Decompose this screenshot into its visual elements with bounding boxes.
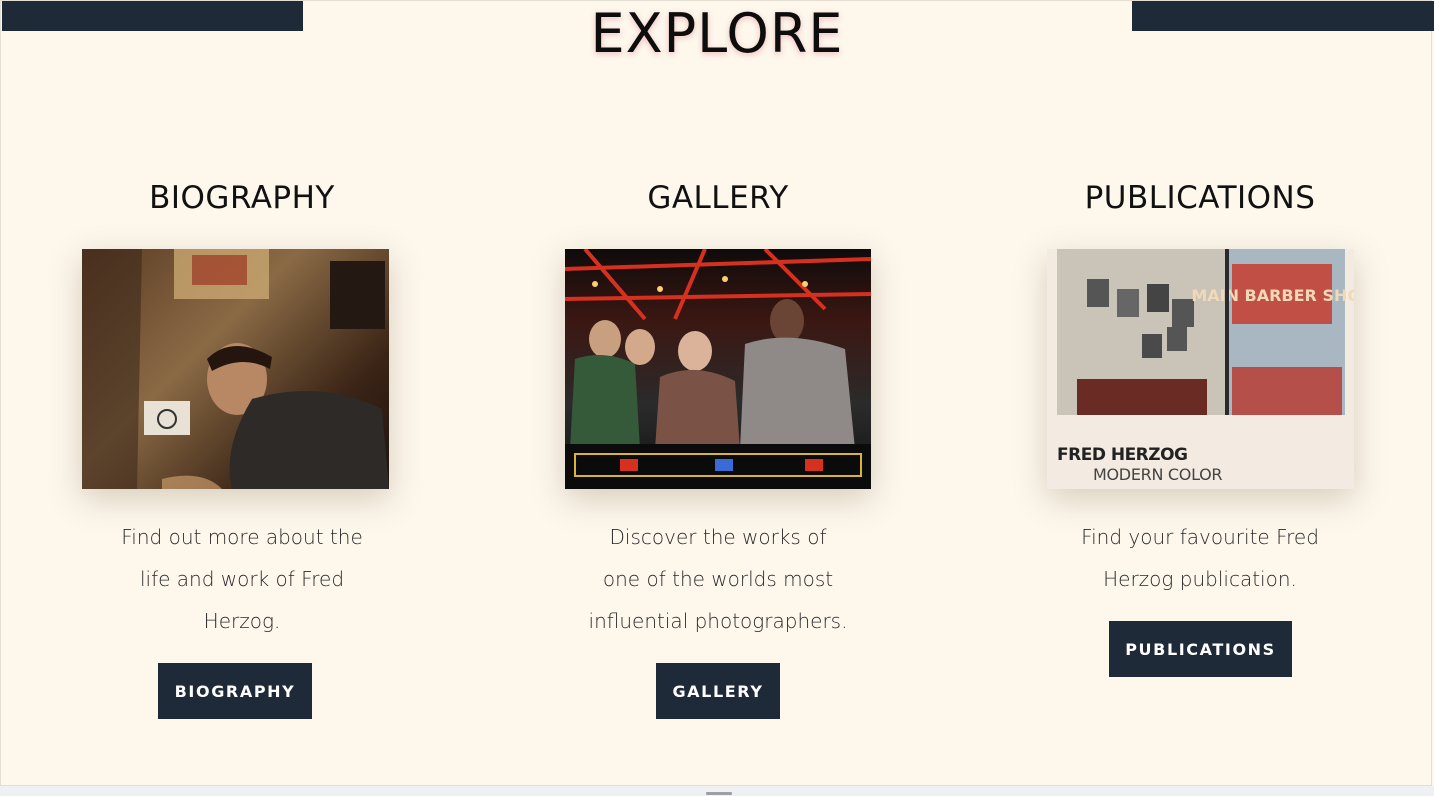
biography-photo-art (82, 249, 389, 489)
biography-description: Find out more about the life and work of… (0, 516, 484, 642)
cover-sign-text: MAIN BARBER SHOP (1191, 286, 1354, 305)
gallery-photo-art (565, 249, 871, 489)
biography-button[interactable]: BIOGRAPHY (158, 663, 312, 719)
gallery-description: Discover the works of one of the worlds … (476, 516, 960, 642)
publications-cover[interactable]: MAIN BARBER SHOP FRED HERZOG MODERN COLO… (1047, 249, 1354, 489)
biography-photo[interactable] (82, 249, 389, 489)
biography-heading: BIOGRAPHY (149, 180, 335, 216)
scroll-handle[interactable] (706, 792, 732, 795)
gallery-description-line: one of the worlds most (602, 567, 834, 591)
gallery-heading: GALLERY (647, 180, 789, 216)
publications-button[interactable]: PUBLICATIONS (1109, 621, 1292, 677)
biography-description-line: Find out more about the (121, 525, 363, 549)
publications-heading: PUBLICATIONS (1084, 180, 1316, 216)
publications-description: Find your favourite Fred Herzog publicat… (958, 516, 1434, 600)
cover-title: FRED HERZOG (1057, 445, 1188, 465)
publications-description-line: Find your favourite Fred (1081, 525, 1319, 549)
gallery-button[interactable]: GALLERY (656, 663, 780, 719)
biography-description-line: life and work of Fred (139, 567, 345, 591)
gallery-photo[interactable] (565, 249, 871, 489)
gallery-description-line: Discover the works of (609, 525, 827, 549)
cover-subtitle: MODERN COLOR (1093, 465, 1223, 484)
biography-description-line: Herzog. (203, 609, 281, 633)
gallery-description-line: influential photographers. (588, 609, 848, 633)
publications-description-line: Herzog publication. (1103, 567, 1297, 591)
page-title: EXPLORE (590, 2, 844, 65)
